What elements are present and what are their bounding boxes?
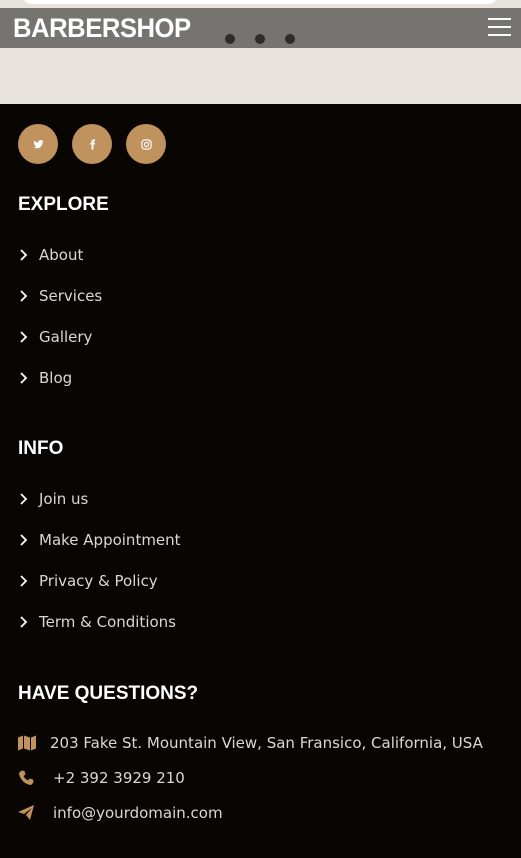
info-heading: INFO (18, 438, 64, 459)
carousel-dot[interactable] (285, 34, 295, 44)
footer-link-gallery[interactable]: Gallery (18, 325, 92, 349)
questions-heading: HAVE QUESTIONS? (18, 683, 199, 704)
map-icon (18, 735, 36, 751)
chevron-right-icon (20, 372, 28, 384)
chevron-right-icon (20, 616, 28, 628)
hero-card-edge (22, 0, 498, 4)
site-footer: EXPLORE About Services Gallery Blog INFO… (0, 104, 521, 858)
contact-email[interactable]: info@yourdomain.com (18, 801, 223, 825)
footer-link-privacy-policy[interactable]: Privacy & Policy (18, 569, 158, 593)
footer-link-make-appointment[interactable]: Make Appointment (18, 528, 181, 552)
contact-address: 203 Fake St. Mountain View, San Fransico… (18, 731, 483, 755)
phone-icon (19, 770, 34, 785)
carousel-dot[interactable] (255, 34, 265, 44)
chevron-right-icon (20, 534, 28, 546)
carousel-dot[interactable] (225, 34, 235, 44)
brand-logo[interactable]: BARBERSHOP (13, 12, 191, 44)
chevron-right-icon (20, 249, 28, 261)
contact-phone[interactable]: +2 392 3929 210 (18, 766, 185, 790)
explore-heading: EXPLORE (18, 194, 109, 215)
instagram-icon (140, 138, 152, 150)
footer-link-services[interactable]: Services (18, 284, 102, 308)
twitter-button[interactable] (18, 124, 58, 164)
chevron-right-icon (20, 575, 28, 587)
hamburger-menu-icon[interactable] (488, 18, 511, 37)
footer-link-about[interactable]: About (18, 243, 83, 267)
paper-plane-icon (18, 805, 34, 820)
facebook-icon (89, 138, 95, 150)
footer-link-blog[interactable]: Blog (18, 366, 72, 390)
twitter-icon (32, 139, 44, 148)
footer-link-join-us[interactable]: Join us (18, 487, 88, 511)
chevron-right-icon (20, 493, 28, 505)
facebook-button[interactable] (72, 124, 112, 164)
footer-link-terms-conditions[interactable]: Term & Conditions (18, 610, 176, 634)
chevron-right-icon (20, 331, 28, 343)
chevron-right-icon (20, 290, 28, 302)
navbar: BARBERSHOP (0, 8, 521, 48)
instagram-button[interactable] (126, 124, 166, 164)
